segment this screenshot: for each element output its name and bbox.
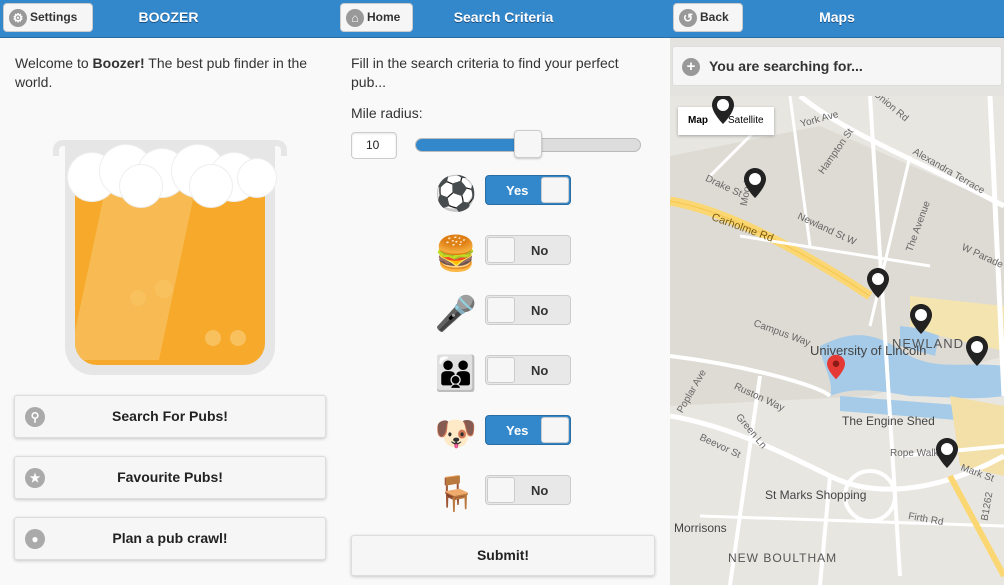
karaoke-icon: 🎤: [434, 295, 478, 333]
beer-liquid: [75, 180, 265, 365]
criteria-toggle[interactable]: No: [485, 235, 571, 265]
pub-marker[interactable]: [712, 96, 734, 124]
slider-fill: [416, 139, 529, 151]
criteria-toggle[interactable]: Yes: [485, 415, 571, 445]
pub-marker[interactable]: [910, 304, 932, 334]
maps-screen: ↺ Back Maps + You are searching for... M…: [670, 0, 1004, 585]
pub-marker[interactable]: [744, 168, 766, 198]
toggle-label: Yes: [506, 183, 529, 198]
beer-garden-icon: 🪑: [434, 475, 478, 513]
criteria-toggle[interactable]: No: [485, 475, 571, 505]
food-icon: 🍔: [434, 235, 478, 273]
toggle-knob: [541, 177, 569, 203]
pub-marker[interactable]: [936, 438, 958, 468]
page-title: Search Criteria: [453, 9, 554, 25]
criteria-toggle[interactable]: No: [485, 355, 571, 385]
bubble: [155, 280, 173, 298]
page-title: Maps: [819, 9, 855, 25]
toggle-knob: [487, 297, 515, 323]
toggle-label: No: [531, 363, 549, 378]
criteria-row: 🍔 No: [433, 232, 573, 273]
app-title: BOOZER: [138, 9, 199, 25]
bubble: [230, 330, 246, 346]
toggle-knob: [541, 417, 569, 443]
bubble: [130, 290, 146, 306]
place-label: NEWLAND: [892, 336, 965, 351]
place-label: NEW BOULTHAM: [728, 551, 838, 565]
location-icon: ●: [25, 529, 45, 549]
intro-text: Fill in the search criteria to find your…: [351, 55, 619, 90]
toggle-knob: [487, 357, 515, 383]
toggle-label: Yes: [506, 423, 529, 438]
football-icon: ⚽: [434, 175, 478, 213]
search-summary-collapsible[interactable]: + You are searching for...: [672, 46, 1002, 86]
toggle-knob: [487, 477, 515, 503]
criteria-row: 👪 No: [433, 352, 573, 393]
plan-crawl-label: Plan a pub crawl!: [112, 530, 228, 546]
collapsible-label: You are searching for...: [709, 58, 863, 74]
criteria-toggle[interactable]: No: [485, 295, 571, 325]
family-icon: 👪: [434, 355, 478, 393]
criteria-row: 🐶 Yes: [433, 412, 573, 453]
search-pubs-button[interactable]: ⚲ Search For Pubs!: [14, 395, 326, 438]
plus-icon: +: [682, 58, 700, 76]
search-icon: ⚲: [25, 407, 45, 427]
favourite-pubs-label: Favourite Pubs!: [117, 469, 223, 485]
dog-icon: 🐶: [434, 415, 478, 453]
criteria-row: 🎤 No: [433, 292, 573, 333]
plan-crawl-button[interactable]: ● Plan a pub crawl!: [14, 517, 326, 560]
toggle-label: No: [531, 243, 549, 258]
criteria-row: 🪑 No: [433, 472, 573, 513]
road-label: Rope Walk: [890, 448, 939, 459]
mile-radius-input[interactable]: 10: [351, 132, 397, 159]
submit-button[interactable]: Submit!: [351, 535, 655, 576]
slider-handle[interactable]: [514, 130, 542, 158]
welcome-text: Welcome to Boozer! The best pub finder i…: [15, 54, 320, 92]
beer-shine: [75, 190, 196, 360]
criteria-toggle[interactable]: Yes: [485, 175, 571, 205]
bubble: [205, 330, 221, 346]
foam: [190, 165, 232, 207]
star-icon: ★: [25, 468, 45, 488]
welcome-prefix: Welcome to: [15, 55, 93, 71]
search-pubs-label: Search For Pubs!: [112, 408, 228, 424]
map-view[interactable]: Map Satellite Drake St Carholme Rd Newlan…: [670, 96, 1004, 585]
criteria-row: ⚽ Yes: [433, 172, 573, 213]
mile-radius-label: Mile radius:: [351, 105, 423, 121]
pub-marker[interactable]: [867, 268, 889, 298]
search-criteria-screen: ⌂ Home Search Criteria Fill in the searc…: [337, 0, 670, 585]
toggle-knob: [487, 237, 515, 263]
foam: [120, 165, 162, 207]
toggle-label: No: [531, 303, 549, 318]
foam: [238, 159, 276, 197]
welcome-brand: Boozer!: [92, 55, 145, 71]
favourite-pubs-button[interactable]: ★ Favourite Pubs!: [14, 456, 326, 499]
toggle-label: No: [531, 483, 549, 498]
header-bar: ⌂ Home Search Criteria: [337, 0, 670, 38]
place-label: St Marks Shopping: [765, 488, 867, 502]
header-bar: ⚙ Settings BOOZER: [0, 0, 337, 38]
home-menu: ⚲ Search For Pubs! ★ Favourite Pubs! ● P…: [14, 395, 326, 578]
header-bar: ↺ Back Maps: [670, 0, 1004, 38]
beer-glass-illustration: [50, 135, 290, 380]
pub-marker[interactable]: [966, 336, 988, 366]
current-location-marker[interactable]: [827, 354, 845, 380]
place-label: Morrisons: [674, 521, 727, 535]
home-screen: ⚙ Settings BOOZER Welcome to Boozer! The…: [0, 0, 337, 585]
place-label: The Engine Shed: [842, 414, 935, 428]
